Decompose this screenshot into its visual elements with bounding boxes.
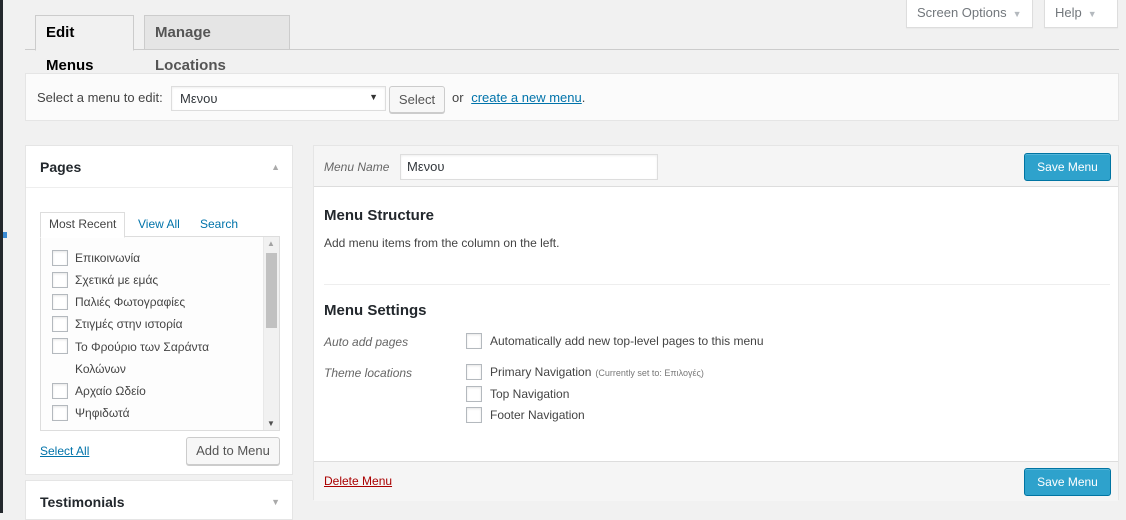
location-primary-navigation[interactable]: Primary Navigation (Currently set to: Επ… (466, 364, 704, 380)
menu-select-value: Μενου (180, 91, 218, 106)
checkbox[interactable] (466, 333, 482, 349)
tab-most-recent[interactable]: Most Recent (40, 212, 126, 238)
checkbox[interactable] (52, 250, 68, 266)
tab-manage-locations[interactable]: Manage Locations (144, 15, 290, 74)
page-label: Σχετικά με εμάς (75, 273, 159, 287)
page-label: Ψηφιδωτά (75, 406, 130, 420)
list-item[interactable]: Επικοινωνία (52, 247, 257, 269)
pages-accordion-header[interactable]: Pages ▲ (26, 146, 292, 188)
page-label: Το Φρούριο των Σαράντα Κολώνων (75, 340, 210, 376)
checkbox[interactable] (52, 316, 68, 332)
select-button[interactable]: Select (389, 86, 445, 113)
menu-editor-footer: Delete Menu (314, 461, 1118, 501)
checkbox[interactable] (466, 386, 482, 402)
delete-menu-link[interactable]: Delete Menu (324, 474, 392, 488)
admin-sidebar-edge (0, 0, 3, 513)
menu-name-label: Menu Name (324, 160, 390, 174)
collapse-arrow-icon: ▲ (271, 162, 280, 172)
or-text: or (452, 90, 464, 105)
trailing-period: . (581, 90, 586, 105)
location-label: Footer Navigation (490, 408, 585, 422)
location-top-navigation[interactable]: Top Navigation (466, 386, 569, 402)
add-to-menu-button[interactable]: Add to Menu (186, 437, 280, 465)
menu-name-input[interactable]: Μενου (400, 154, 658, 180)
list-item[interactable]: Σχετικά με εμάς (52, 269, 257, 291)
theme-locations-label: Theme locations (324, 366, 413, 380)
auto-add-option[interactable]: Automatically add new top-level pages to… (466, 333, 764, 349)
menu-structure-title: Menu Structure (324, 207, 435, 224)
list-item[interactable]: Στιγμές στην ιστορία (52, 313, 257, 335)
tab-edit-menus[interactable]: Edit Menus (35, 15, 134, 74)
menu-editor-header: Menu Name Μενου Save Menu (314, 146, 1118, 187)
page-label: Αρχαίο Ωδείο (75, 384, 146, 398)
location-footer-navigation[interactable]: Footer Navigation (466, 407, 585, 423)
menu-settings-title: Menu Settings (324, 302, 427, 319)
page-label: Στιγμές στην ιστορία (75, 317, 183, 331)
tab-search[interactable]: Search (200, 217, 238, 231)
testimonials-accordion[interactable]: Testimonials ▼ (25, 480, 293, 520)
scroll-down-arrow-icon[interactable]: ▼ (267, 419, 275, 428)
pages-list: Επικοινωνία Σχετικά με εμάς Παλιές Φωτογ… (52, 247, 257, 424)
checkbox[interactable] (52, 383, 68, 399)
auto-add-option-label: Automatically add new top-level pages to… (490, 334, 764, 348)
pages-tabs: Most Recent View All Search (40, 212, 280, 238)
pages-title: Pages (40, 159, 82, 175)
list-item[interactable]: Το Φρούριο των Σαράντα Κολώνων (52, 335, 257, 380)
expand-arrow-icon: ▼ (271, 497, 280, 507)
scroll-thumb[interactable] (266, 253, 277, 328)
list-item[interactable]: Αρχαίο Ωδείο (52, 380, 257, 402)
sidebar-marker (3, 232, 7, 238)
create-new-menu-link[interactable]: create a new menu (471, 90, 582, 105)
location-label: Top Navigation (490, 387, 570, 401)
page-label: Παλιές Φωτογραφίες (75, 295, 186, 309)
auto-add-pages-label: Auto add pages (324, 335, 409, 349)
scroll-up-arrow-icon[interactable]: ▲ (267, 239, 275, 248)
menu-structure-description: Add menu items from the column on the le… (324, 236, 560, 250)
save-menu-button-bottom[interactable]: Save Menu (1024, 468, 1111, 496)
divider (324, 284, 1110, 285)
checkbox[interactable] (466, 364, 482, 380)
dropdown-caret-icon: ▼ (369, 92, 378, 102)
select-menu-label: Select a menu to edit: (37, 90, 163, 105)
pages-accordion: Pages ▲ Most Recent View All Search Επικ… (25, 145, 293, 475)
checkbox[interactable] (52, 338, 68, 354)
page-label: Επικοινωνία (75, 251, 141, 265)
checkbox[interactable] (52, 294, 68, 310)
select-menu-bar: Select a menu to edit: Μενου ▼ Select or… (25, 73, 1119, 121)
location-note: (Currently set to: Επιλογές) (595, 368, 704, 378)
save-menu-button[interactable]: Save Menu (1024, 153, 1111, 181)
list-scrollbar[interactable]: ▲ ▼ (263, 237, 279, 430)
location-label: Primary Navigation (490, 365, 592, 379)
list-item[interactable]: Ψηφιδωτά (52, 402, 257, 424)
checkbox[interactable] (52, 405, 68, 421)
menu-select-dropdown[interactable]: Μενου ▼ (171, 86, 386, 111)
pages-checklist: Επικοινωνία Σχετικά με εμάς Παλιές Φωτογ… (40, 236, 280, 431)
checkbox[interactable] (52, 272, 68, 288)
menu-editor: Menu Name Μενου Save Menu Menu Structure… (313, 145, 1119, 501)
create-menu-text: or create a new menu. (452, 90, 585, 105)
checkbox[interactable] (466, 407, 482, 423)
list-item[interactable]: Παλιές Φωτογραφίες (52, 291, 257, 313)
tab-view-all[interactable]: View All (138, 217, 180, 231)
nav-tab-wrapper: Edit Menus Manage Locations (25, 15, 1119, 74)
select-all-link[interactable]: Select All (40, 444, 89, 458)
testimonials-title: Testimonials (40, 494, 125, 510)
